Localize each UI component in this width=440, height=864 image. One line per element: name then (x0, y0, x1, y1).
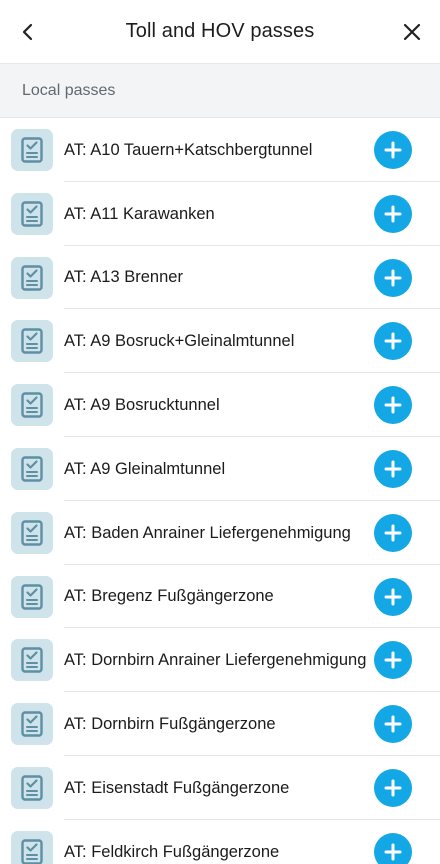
pass-document-icon (11, 320, 53, 363)
plus-icon (384, 843, 402, 861)
pass-item-12[interactable]: AT: Feldkirch Fußgängerzone (0, 820, 440, 864)
add-pass-button[interactable] (374, 322, 412, 361)
add-pass-button[interactable] (374, 194, 412, 233)
plus-icon (384, 205, 402, 223)
pass-label: AT: A13 Brenner (64, 268, 183, 287)
add-pass-button[interactable] (374, 131, 412, 169)
pass-item-11[interactable]: AT: Eisenstadt Fußgängerzone (0, 756, 440, 820)
pass-document-icon (11, 575, 53, 618)
add-pass-button[interactable] (374, 577, 412, 616)
pass-item-1[interactable]: AT: A10 Tauern+Katschbergtunnel (0, 118, 440, 182)
pass-label: AT: Dornbirn Fußgängerzone (64, 715, 276, 734)
plus-icon (384, 588, 402, 606)
add-pass-button[interactable] (374, 258, 412, 297)
pass-item-4[interactable]: AT: A9 Bosruck+Gleinalmtunnel (0, 309, 440, 374)
pass-document-icon (11, 639, 53, 682)
page-title: Toll and HOV passes (125, 20, 315, 42)
top-bar: Toll and HOV passes (0, 0, 440, 64)
pass-document-icon (11, 703, 53, 746)
pass-document-icon (11, 384, 53, 427)
plus-icon (384, 524, 402, 542)
plus-icon (384, 141, 402, 159)
back-button[interactable] (14, 18, 42, 46)
section-title: Local passes (22, 81, 116, 99)
pass-label: AT: A10 Tauern+Katschbergtunnel (64, 140, 313, 159)
plus-icon (384, 779, 402, 797)
plus-icon (384, 460, 402, 478)
pass-item-3[interactable]: AT: A13 Brenner (0, 246, 440, 310)
plus-icon (384, 715, 402, 733)
pass-item-2[interactable]: AT: A11 Karawanken (0, 182, 440, 246)
plus-icon (384, 651, 402, 669)
pass-document-icon (11, 830, 53, 864)
pass-document-icon (11, 447, 53, 490)
plus-icon (384, 332, 402, 350)
pass-item-9[interactable]: AT: Dornbirn Anrainer Liefergenehmigung (0, 628, 440, 693)
add-pass-button[interactable] (374, 641, 412, 680)
pass-item-5[interactable]: AT: A9 Bosrucktunnel (0, 373, 440, 437)
pass-label: AT: Eisenstadt Fußgängerzone (64, 778, 290, 797)
chevron-left-icon (22, 23, 33, 41)
pass-label: AT: A9 Bosrucktunnel (64, 396, 220, 415)
pass-document-icon (11, 129, 53, 171)
section-header-local-passes: Local passes (0, 64, 440, 118)
add-pass-button[interactable] (374, 386, 412, 425)
add-pass-button[interactable] (374, 449, 412, 488)
pass-label: AT: A11 Karawanken (64, 204, 215, 223)
pass-item-10[interactable]: AT: Dornbirn Fußgängerzone (0, 692, 440, 756)
pass-label: AT: Feldkirch Fußgängerzone (64, 842, 280, 861)
pass-document-icon (11, 766, 53, 809)
add-pass-button[interactable] (374, 705, 412, 744)
pass-label: AT: A9 Gleinalmtunnel (64, 459, 226, 478)
pass-item-7[interactable]: AT: Baden Anrainer Liefergenehmigung (0, 501, 440, 565)
add-pass-button[interactable] (374, 513, 412, 552)
add-pass-button[interactable] (374, 832, 412, 864)
pass-document-icon (11, 256, 53, 299)
pass-label: AT: Baden Anrainer Liefergenehmigung (64, 523, 351, 542)
close-button[interactable] (398, 18, 426, 46)
plus-icon (384, 396, 402, 414)
pass-document-icon (11, 511, 53, 554)
pass-label: AT: A9 Bosruck+Gleinalmtunnel (64, 332, 295, 351)
pass-label: AT: Dornbirn Anrainer Liefergenehmigung (64, 651, 367, 670)
pass-list: AT: A10 Tauern+Katschbergtunnel AT: A11 … (0, 118, 440, 864)
pass-item-8[interactable]: AT: Bregenz Fußgängerzone (0, 565, 440, 629)
pass-label: AT: Bregenz Fußgängerzone (64, 587, 274, 606)
pass-item-6[interactable]: AT: A9 Gleinalmtunnel (0, 437, 440, 501)
close-icon (403, 23, 421, 41)
pass-document-icon (11, 192, 53, 235)
plus-icon (384, 269, 402, 287)
add-pass-button[interactable] (374, 768, 412, 807)
